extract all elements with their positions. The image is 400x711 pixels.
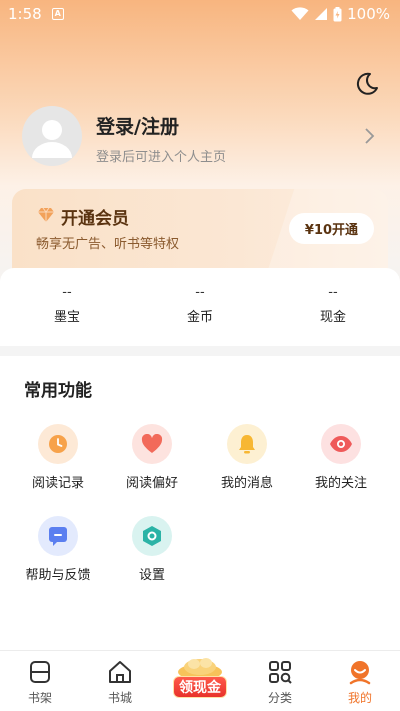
stat-label: 现金 — [319, 310, 346, 325]
func-reading-history[interactable]: 阅读记录 — [11, 424, 105, 491]
settings-icon — [143, 526, 161, 546]
signal-icon — [315, 8, 328, 20]
status-bar: 1:58 A 100% — [0, 0, 400, 28]
stat-coins[interactable]: -- 金币 — [140, 284, 260, 325]
func-help-feedback[interactable]: 帮助与反馈 — [11, 516, 105, 583]
login-profile-row[interactable]: 登录/注册 登录后可进入个人主页 — [22, 106, 382, 168]
func-reading-preference[interactable]: 阅读偏好 — [105, 424, 199, 491]
stats-panel: -- 墨宝 -- 金币 -- 现金 — [0, 268, 400, 346]
night-mode-icon[interactable] — [354, 71, 380, 97]
promo-label: 领现金 — [173, 676, 227, 698]
battery-icon — [333, 6, 342, 21]
feedback-icon — [49, 527, 67, 546]
stat-label: 墨宝 — [53, 310, 80, 325]
clock-icon — [49, 435, 67, 453]
func-label: 我的消息 — [220, 476, 273, 491]
chevron-right-icon[interactable] — [362, 126, 376, 146]
func-my-follows[interactable]: 我的关注 — [294, 424, 388, 491]
func-label: 帮助与反馈 — [25, 568, 91, 583]
func-settings[interactable]: 设置 — [105, 516, 199, 583]
section-title: 常用功能 — [24, 381, 92, 401]
heart-icon — [141, 434, 163, 453]
wifi-icon — [291, 7, 309, 20]
tab-mine[interactable]: 我的 — [320, 659, 400, 706]
func-icon-bg — [132, 516, 172, 556]
vip-title: 开通会员 — [61, 209, 129, 229]
func-icon-bg — [132, 424, 172, 464]
vip-subtitle: 畅享无广告、听书等特权 — [36, 237, 180, 252]
login-title[interactable]: 登录/注册 — [96, 112, 179, 139]
tab-bookstore[interactable]: 书城 — [80, 659, 160, 706]
tab-category[interactable]: 分类 — [240, 659, 320, 706]
stat-value: -- — [328, 285, 338, 300]
app-notification-icon: A — [51, 8, 64, 20]
user-icon — [32, 120, 72, 158]
func-icon-bg — [227, 424, 267, 464]
stat-value: -- — [195, 285, 205, 300]
vip-open-button[interactable]: ¥10开通 — [289, 213, 374, 244]
diamond-icon — [38, 207, 54, 222]
eye-icon — [330, 436, 352, 452]
stat-mobao[interactable]: -- 墨宝 — [7, 284, 127, 325]
func-my-messages[interactable]: 我的消息 — [200, 424, 294, 491]
func-icon-bg — [38, 516, 78, 556]
tab-label: 分类 — [267, 691, 292, 705]
category-icon — [269, 661, 292, 684]
stat-label: 金币 — [186, 310, 213, 325]
func-label: 阅读偏好 — [125, 476, 178, 491]
avatar[interactable] — [22, 106, 82, 166]
bell-icon — [239, 435, 255, 454]
home-icon — [109, 661, 131, 683]
status-right: 100% — [291, 5, 390, 23]
func-label: 我的关注 — [314, 476, 367, 491]
func-icon-bg — [321, 424, 361, 464]
battery-percent: 100% — [347, 5, 390, 23]
tab-label: 书架 — [27, 691, 52, 705]
stat-value: -- — [62, 285, 72, 300]
tab-bookshelf[interactable]: 书架 — [0, 659, 80, 706]
tab-label: 我的 — [347, 691, 372, 705]
func-label: 设置 — [138, 568, 165, 583]
common-functions: 常用功能 阅读记录 阅读偏好 我的消息 我的关注 帮助与反馈 设置 — [0, 356, 400, 650]
stat-cash[interactable]: -- 现金 — [273, 284, 393, 325]
func-label: 阅读记录 — [31, 476, 84, 491]
bookshelf-icon — [30, 661, 50, 683]
login-subtitle: 登录后可进入个人主页 — [96, 150, 227, 165]
status-time: 1:58 — [8, 5, 42, 23]
tab-label: 书城 — [107, 691, 132, 705]
get-cash-promo-button[interactable]: 领现金 — [170, 654, 230, 704]
mine-icon — [349, 661, 371, 685]
func-icon-bg — [38, 424, 78, 464]
